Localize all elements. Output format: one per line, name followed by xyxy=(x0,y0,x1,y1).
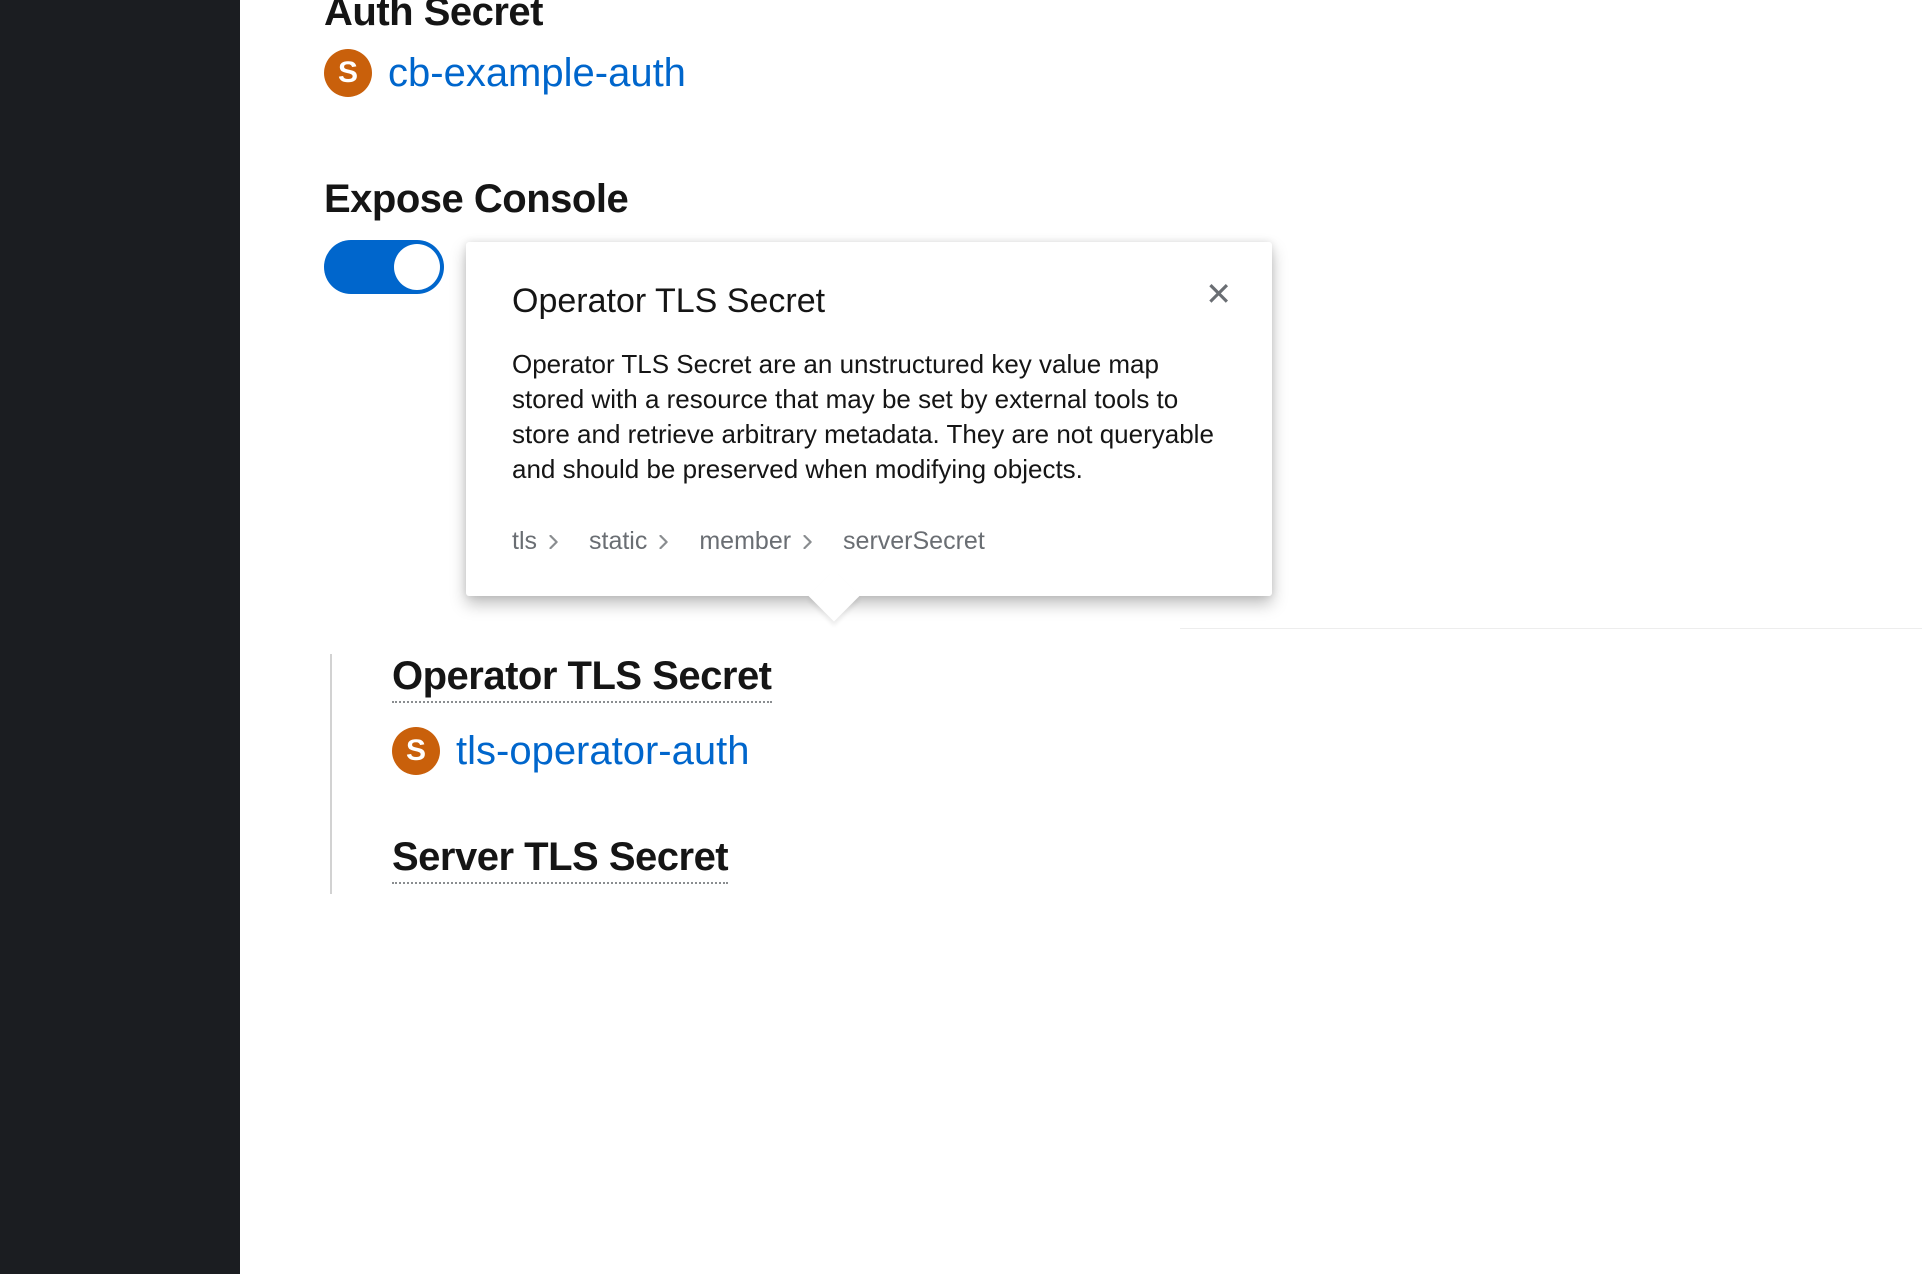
divider-line xyxy=(1180,628,1922,629)
chevron-right-icon xyxy=(547,530,561,553)
chevron-right-icon xyxy=(801,530,815,553)
link-operator-tls[interactable]: tls-operator-auth xyxy=(456,729,749,774)
label-server-tls[interactable]: Server TLS Secret xyxy=(392,835,728,884)
breadcrumb-item: serverSecret xyxy=(843,527,985,556)
label-expose-console: Expose Console xyxy=(324,177,1922,222)
field-auth-secret: Auth Secret S cb-example-auth xyxy=(324,0,1922,97)
close-icon[interactable]: ✕ xyxy=(1205,278,1232,310)
field-operator-tls: Operator TLS Secret S tls-operator-auth xyxy=(392,654,1922,775)
popover-body: Operator TLS Secret are an unstructured … xyxy=(512,347,1226,487)
secret-badge-icon: S xyxy=(324,49,372,97)
popover-operator-tls: ✕ Operator TLS Secret Operator TLS Secre… xyxy=(466,242,1272,596)
breadcrumb: tls static member serverSecret xyxy=(512,527,1226,556)
breadcrumb-item: tls xyxy=(512,527,537,556)
popover-title: Operator TLS Secret xyxy=(512,282,1226,321)
toggle-expose-console[interactable] xyxy=(324,240,444,294)
breadcrumb-item: member xyxy=(699,527,791,556)
label-auth-secret: Auth Secret xyxy=(324,0,1922,35)
sidebar xyxy=(0,0,240,1274)
chevron-right-icon xyxy=(657,530,671,553)
breadcrumb-item: static xyxy=(589,527,647,556)
label-operator-tls[interactable]: Operator TLS Secret xyxy=(392,654,772,703)
field-server-tls: Server TLS Secret xyxy=(392,835,1922,894)
main-content: Auth Secret S cb-example-auth Expose Con… xyxy=(240,0,1922,1274)
secret-badge-icon: S xyxy=(392,727,440,775)
toggle-knob xyxy=(394,244,440,290)
link-auth-secret[interactable]: cb-example-auth xyxy=(388,51,686,96)
